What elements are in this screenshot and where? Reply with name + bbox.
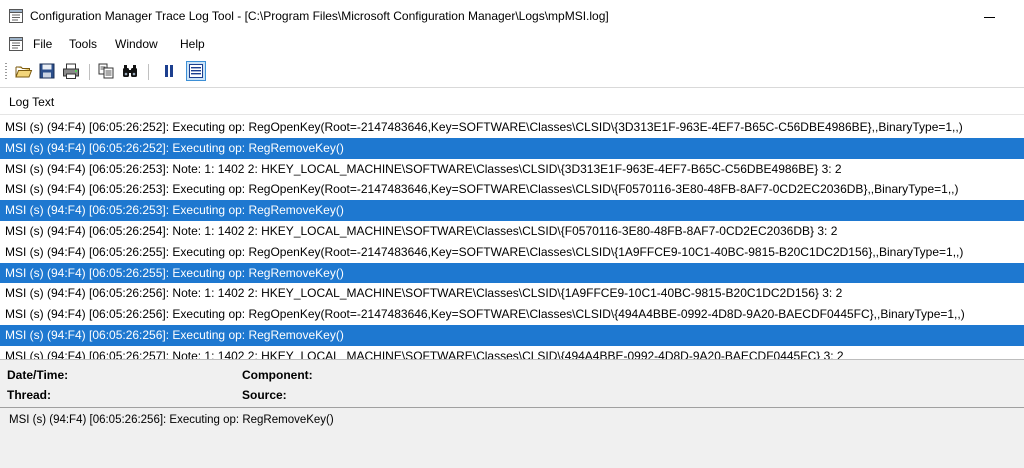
menu-file[interactable]: File — [33, 37, 52, 51]
window-title: Configuration Manager Trace Log Tool - [… — [30, 9, 609, 23]
highlight-icon[interactable] — [186, 61, 206, 81]
log-row[interactable]: MSI (s) (94:F4) [06:05:26:253]: Executin… — [0, 179, 1024, 200]
log-row[interactable]: MSI (s) (94:F4) [06:05:26:255]: Executin… — [0, 242, 1024, 263]
log-row[interactable]: MSI (s) (94:F4) [06:05:26:252]: Executin… — [0, 137, 1024, 159]
component-label: Component: — [242, 368, 313, 382]
log-row[interactable]: MSI (s) (94:F4) [06:05:26:252]: Executin… — [0, 117, 1024, 138]
copy-icon[interactable] — [97, 62, 115, 80]
log-row[interactable]: MSI (s) (94:F4) [06:05:26:256]: Note: 1:… — [0, 283, 1024, 304]
print-icon[interactable] — [62, 62, 80, 80]
app-log-icon — [8, 8, 24, 24]
menu-bar: File Tools Window Help — [0, 33, 1024, 55]
menu-help[interactable]: Help — [180, 37, 205, 51]
log-text-header-label: Log Text — [9, 95, 55, 109]
toolbar-separator — [148, 64, 149, 80]
save-icon[interactable] — [38, 62, 56, 80]
log-text-header[interactable]: Log Text — [0, 90, 1024, 115]
open-icon[interactable] — [15, 62, 33, 80]
log-row[interactable]: MSI (s) (94:F4) [06:05:26:255]: Executin… — [0, 262, 1024, 284]
log-row[interactable]: MSI (s) (94:F4) [06:05:26:253]: Executin… — [0, 200, 1024, 221]
datetime-label: Date/Time: — [7, 368, 69, 382]
log-row[interactable]: MSI (s) (94:F4) [06:05:26:253]: Note: 1:… — [0, 159, 1024, 180]
document-menu-icon[interactable] — [8, 36, 24, 52]
message-text: MSI (s) (94:F4) [06:05:26:256]: Executin… — [9, 414, 334, 426]
log-row[interactable]: MSI (s) (94:F4) [06:05:26:256]: Executin… — [0, 324, 1024, 346]
message-panel[interactable]: MSI (s) (94:F4) [06:05:26:256]: Executin… — [0, 407, 1024, 468]
log-row[interactable]: MSI (s) (94:F4) [06:05:26:254]: Note: 1:… — [0, 221, 1024, 242]
log-row[interactable]: MSI (s) (94:F4) [06:05:26:257]: Note: 1:… — [0, 346, 1024, 359]
title-bar: Configuration Manager Trace Log Tool - [… — [0, 0, 1024, 33]
toolbar-separator — [89, 64, 90, 80]
minimize-button[interactable] — [978, 4, 1002, 28]
toolbar-grip[interactable] — [5, 63, 7, 81]
log-list[interactable]: MSI (s) (94:F4) [06:05:26:252]: Executin… — [0, 117, 1024, 359]
pause-icon[interactable] — [160, 62, 178, 80]
thread-label: Thread: — [7, 388, 52, 402]
menu-tools[interactable]: Tools — [69, 37, 97, 51]
menu-window[interactable]: Window — [115, 37, 158, 51]
toolbar — [0, 57, 1024, 88]
find-icon[interactable] — [121, 62, 139, 80]
log-row[interactable]: MSI (s) (94:F4) [06:05:26:256]: Executin… — [0, 304, 1024, 325]
details-panel: Date/Time: Component: Thread: Source: — [0, 364, 1024, 407]
source-label: Source: — [242, 388, 287, 402]
